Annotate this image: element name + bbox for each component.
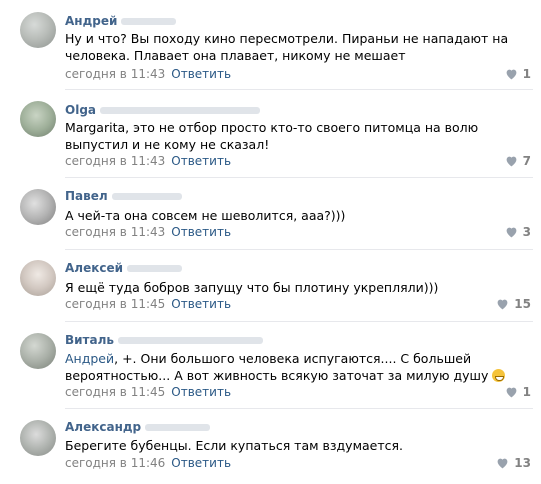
- comment-time[interactable]: сегодня в 11:45: [65, 385, 165, 399]
- comment-time[interactable]: сегодня в 11:43: [65, 225, 165, 239]
- comment-time[interactable]: сегодня в 11:45: [65, 297, 165, 311]
- reply-button[interactable]: Ответить: [171, 297, 231, 311]
- author-name[interactable]: Александр: [65, 420, 141, 434]
- comment-time[interactable]: сегодня в 11:43: [65, 154, 165, 168]
- like-button[interactable]: 1: [505, 67, 531, 81]
- comment-author[interactable]: Olga: [65, 103, 261, 117]
- comment-meta: сегодня в 11:46 Ответить: [65, 456, 231, 470]
- avatar[interactable]: [20, 420, 56, 456]
- avatar[interactable]: [20, 12, 56, 48]
- like-count: 13: [514, 456, 531, 470]
- like-button[interactable]: 7: [505, 154, 531, 168]
- avatar[interactable]: [20, 260, 56, 296]
- author-name[interactable]: Андрей: [65, 14, 117, 28]
- like-count: 1: [522, 67, 531, 81]
- comments-feed: Андрей Ну и что? Вы походу кино пересмот…: [0, 0, 541, 484]
- redacted-name: [117, 337, 263, 344]
- reply-button[interactable]: Ответить: [171, 154, 231, 168]
- avatar[interactable]: [20, 101, 56, 137]
- heart-icon: [496, 457, 509, 469]
- comment-meta: сегодня в 11:43 Ответить: [65, 225, 231, 239]
- comment-meta: сегодня в 11:43 Ответить: [65, 154, 231, 168]
- avatar[interactable]: [20, 189, 56, 225]
- heart-icon: [505, 226, 518, 238]
- comment-meta: сегодня в 11:45 Ответить: [65, 297, 231, 311]
- redacted-name: [111, 193, 182, 200]
- like-button[interactable]: 1: [505, 385, 531, 399]
- author-name[interactable]: Olga: [65, 103, 96, 117]
- comment-meta: сегодня в 11:43 Ответить: [65, 67, 231, 81]
- heart-icon: [496, 298, 509, 310]
- redacted-name: [100, 107, 261, 114]
- heart-icon: [505, 68, 518, 80]
- comment-time[interactable]: сегодня в 11:46: [65, 456, 165, 470]
- redacted-name: [127, 265, 183, 272]
- heart-icon: [505, 386, 518, 398]
- like-button[interactable]: 3: [505, 225, 531, 239]
- grin-emoji-icon: [492, 369, 506, 382]
- like-count: 7: [522, 154, 531, 168]
- like-count: 1: [522, 385, 531, 399]
- reply-button[interactable]: Ответить: [171, 456, 231, 470]
- like-button[interactable]: 13: [496, 456, 531, 470]
- divider: [65, 408, 533, 409]
- reply-button[interactable]: Ответить: [171, 385, 231, 399]
- comment-time[interactable]: сегодня в 11:43: [65, 67, 165, 81]
- comment-author[interactable]: Виталь: [65, 333, 263, 347]
- comment-text: Андрей, +. Они большого человека испугаю…: [65, 350, 521, 384]
- author-name[interactable]: Алексей: [65, 261, 123, 275]
- redacted-name: [145, 424, 211, 431]
- comment-author[interactable]: Алексей: [65, 261, 183, 275]
- comment-body: , +. Они большого человека испугаются...…: [65, 351, 489, 383]
- divider: [65, 321, 533, 322]
- mention-link[interactable]: Андрей: [65, 351, 114, 366]
- comment-author[interactable]: Александр: [65, 420, 211, 434]
- divider: [65, 249, 533, 250]
- author-name[interactable]: Павел: [65, 189, 108, 203]
- reply-button[interactable]: Ответить: [171, 67, 231, 81]
- divider: [65, 89, 533, 90]
- comment-text: Margarita, это не отбор просто кто-то св…: [65, 120, 479, 152]
- comment-text: Берегите бубенцы. Если купаться там взду…: [65, 438, 404, 453]
- comment-author[interactable]: Павел: [65, 189, 182, 203]
- redacted-name: [121, 18, 177, 25]
- like-count: 3: [522, 225, 531, 239]
- comment-text: А чей-та она совсем не шеволится, ааа?))…: [65, 208, 346, 223]
- avatar[interactable]: [20, 333, 56, 369]
- heart-icon: [505, 155, 518, 167]
- comment-author[interactable]: Андрей: [65, 14, 177, 28]
- comment-text: Я ещё туда бобров запущу что бы плотину …: [65, 280, 439, 295]
- author-name[interactable]: Виталь: [65, 333, 114, 347]
- like-count: 15: [514, 297, 531, 311]
- divider: [65, 177, 533, 178]
- like-button[interactable]: 15: [496, 297, 531, 311]
- comment-meta: сегодня в 11:45 Ответить: [65, 385, 231, 399]
- comment-text: Ну и что? Вы походу кино пересмотрели. П…: [65, 31, 509, 63]
- reply-button[interactable]: Ответить: [171, 225, 231, 239]
